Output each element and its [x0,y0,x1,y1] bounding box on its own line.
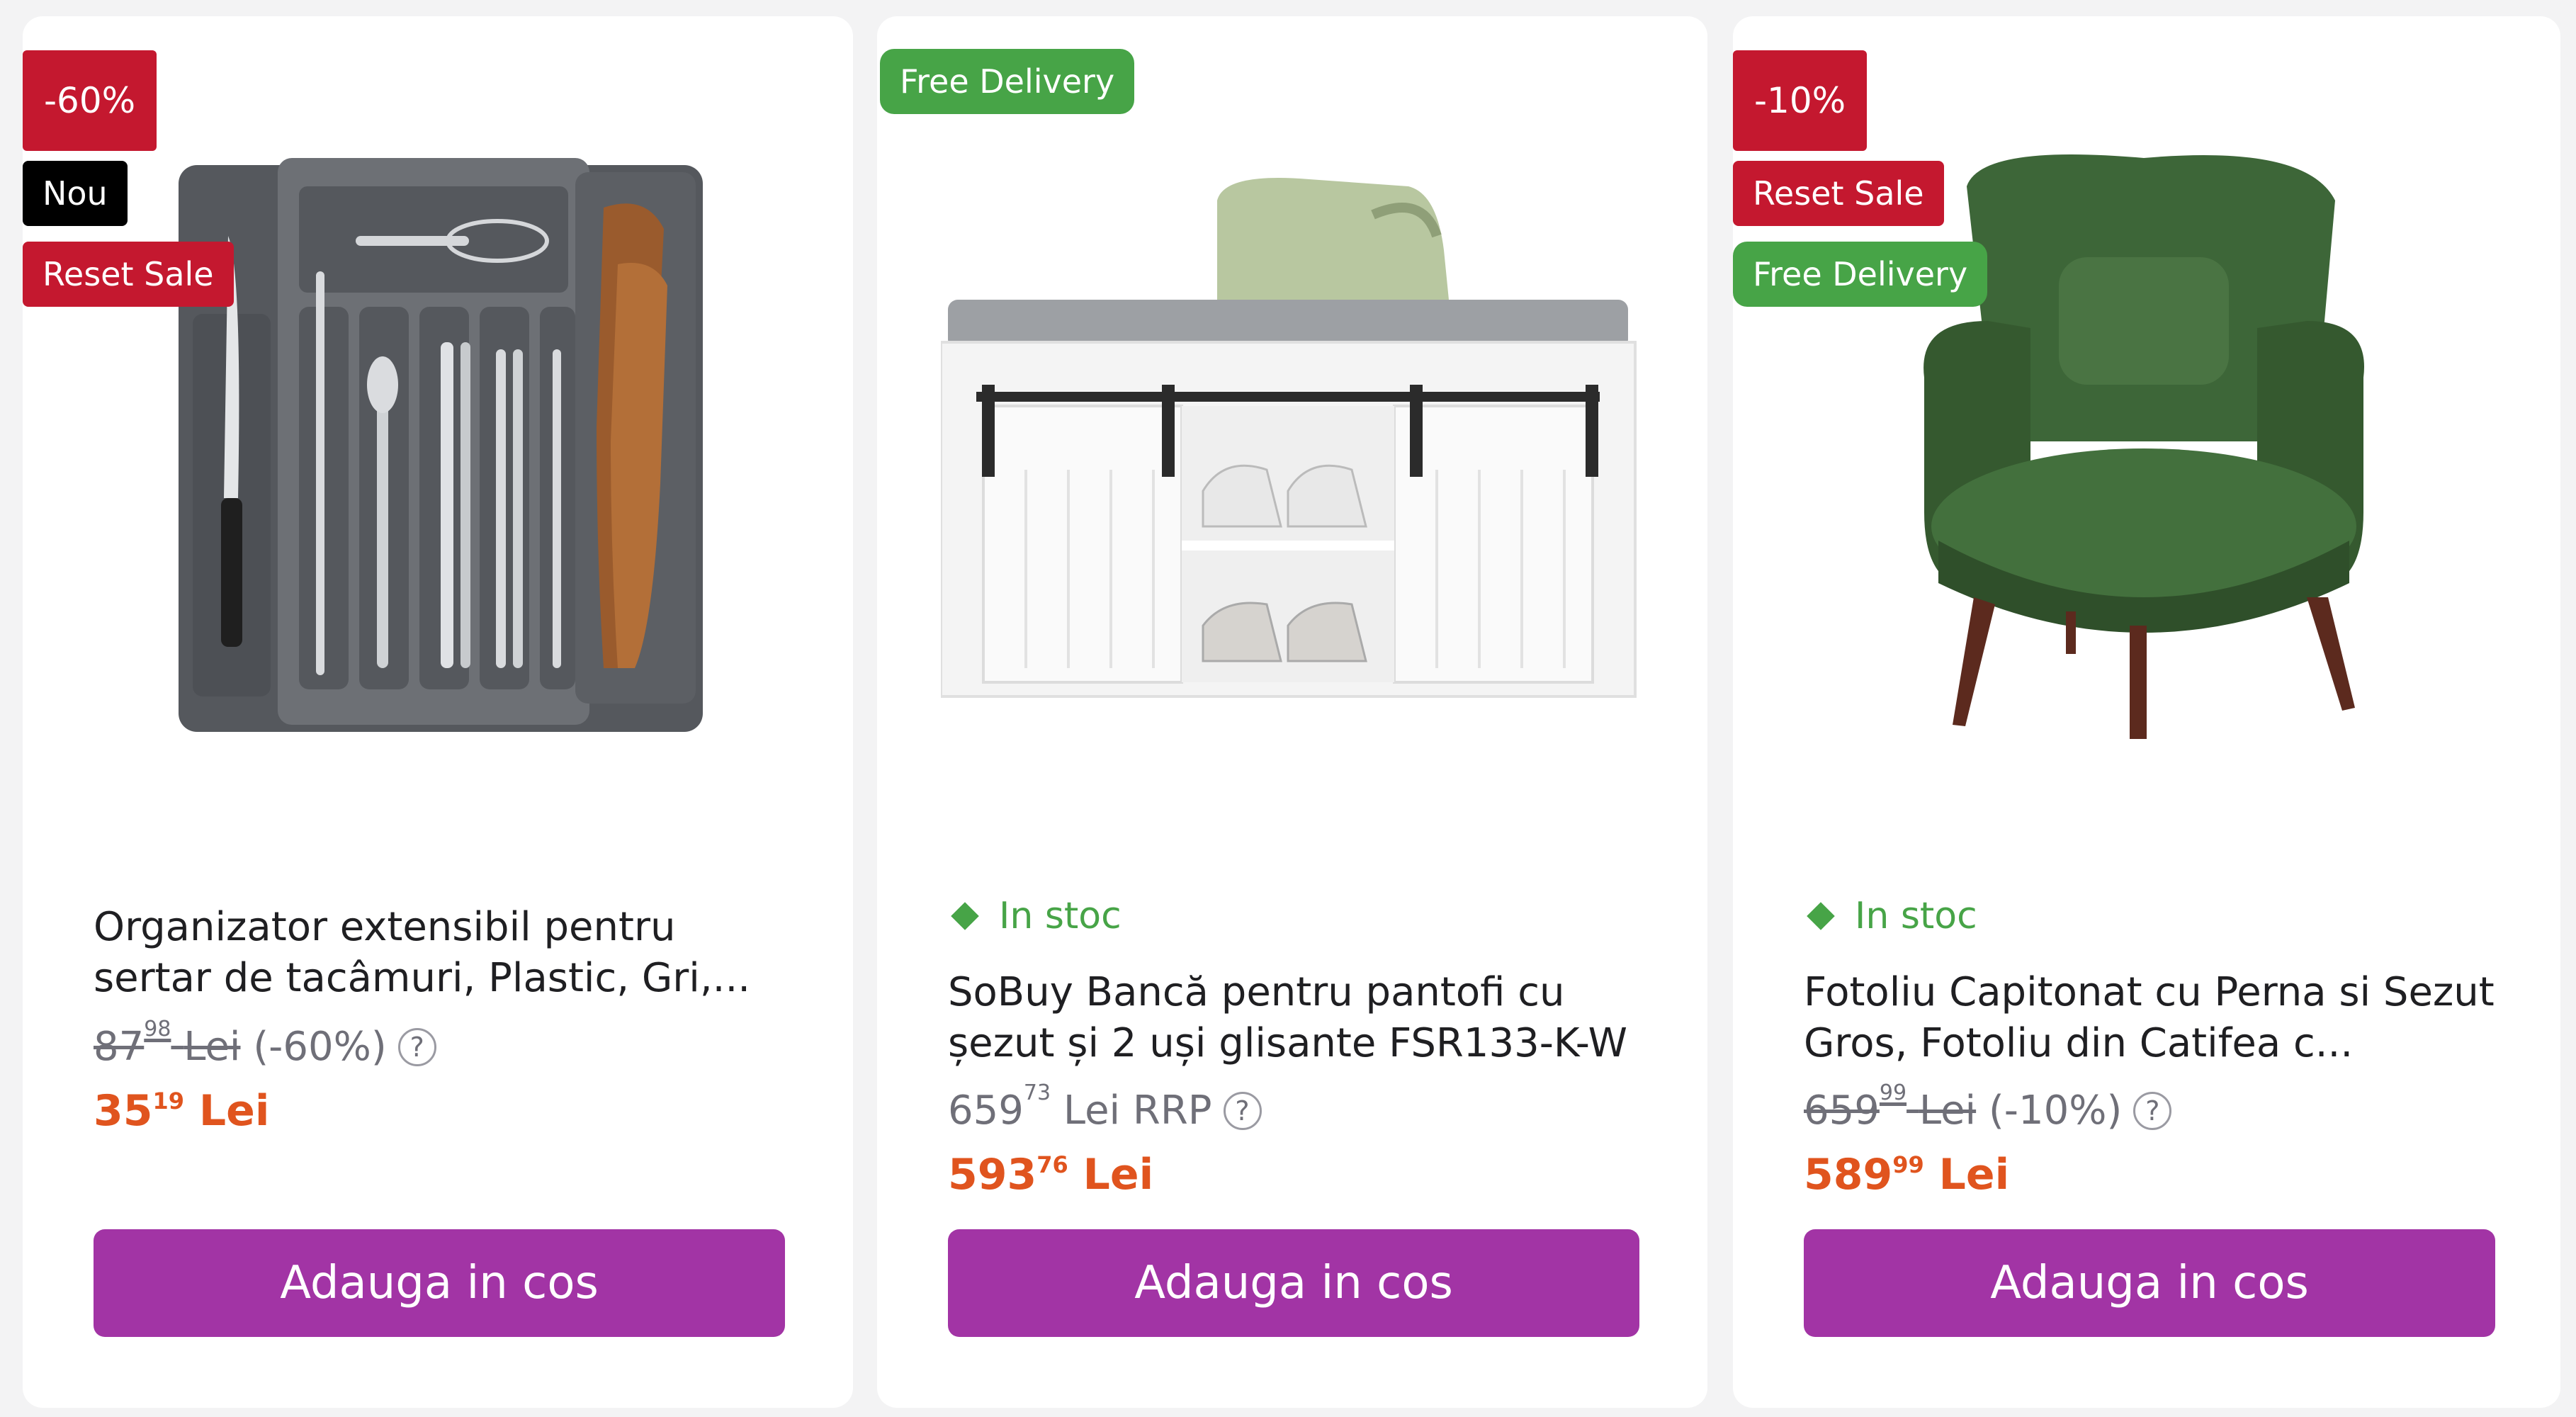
discount-badge: -60% [23,50,157,151]
sale-price: 35 19 Lei [94,1086,270,1136]
reset-sale-badge: Reset Sale [1733,161,1944,226]
discount-badge: -10% [1733,50,1868,151]
product-title[interactable]: SoBuy Bancă pentru pantofi cu șezut și 2… [948,967,1642,1069]
product-card[interactable]: -10% Reset Sale Free Delivery In stoc Fo… [1733,16,2560,1408]
help-icon[interactable]: ? [1223,1091,1262,1130]
product-title[interactable]: Organizator extensibil pentru sertar de … [94,902,788,1004]
discount-percent: (-60%) [253,1024,387,1070]
armchair-image[interactable] [1910,144,2378,739]
in-stock-icon [1807,902,1835,930]
help-icon[interactable]: ? [397,1027,436,1066]
product-card[interactable]: Free Delivery In stoc SoBuy Bancă pentru… [877,16,1707,1408]
sale-price: 593 76 Lei [948,1150,1154,1199]
old-price: 65999 Lei [1804,1080,1977,1134]
product-card[interactable]: -60% Nou Reset Sale Organizator extensib… [23,16,853,1408]
free-delivery-badge: Free Delivery [1733,242,1988,307]
rrp-price-row: 65973 Lei RRP ? [948,1080,1262,1134]
reset-sale-badge: Reset Sale [23,242,234,307]
product-title[interactable]: Fotoliu Capitonat cu Perna si Sezut Gros… [1804,967,2498,1069]
help-icon[interactable]: ? [2133,1091,2172,1130]
discount-percent: (-10%) [1988,1088,2123,1134]
cutlery-organizer-image[interactable] [164,130,745,739]
in-stock-icon [951,902,979,930]
add-to-cart-button[interactable]: Adauga in cos [1804,1229,2495,1337]
free-delivery-badge: Free Delivery [880,49,1135,114]
old-price: 8798 Lei [94,1017,241,1070]
old-price-row: 65999 Lei (-10%) ? [1804,1080,2172,1134]
new-badge: Nou [23,161,128,226]
sale-price: 589 99 Lei [1804,1150,2010,1199]
stock-status: In stoc [948,895,1122,937]
rrp-price: 65973 Lei RRP [948,1080,1212,1134]
add-to-cart-button[interactable]: Adauga in cos [94,1229,785,1337]
shoe-bench-image[interactable] [939,172,1649,711]
stock-status: In stoc [1804,895,1977,937]
add-to-cart-button[interactable]: Adauga in cos [948,1229,1639,1337]
old-price-row: 8798 Lei (-60%) ? [94,1017,436,1070]
